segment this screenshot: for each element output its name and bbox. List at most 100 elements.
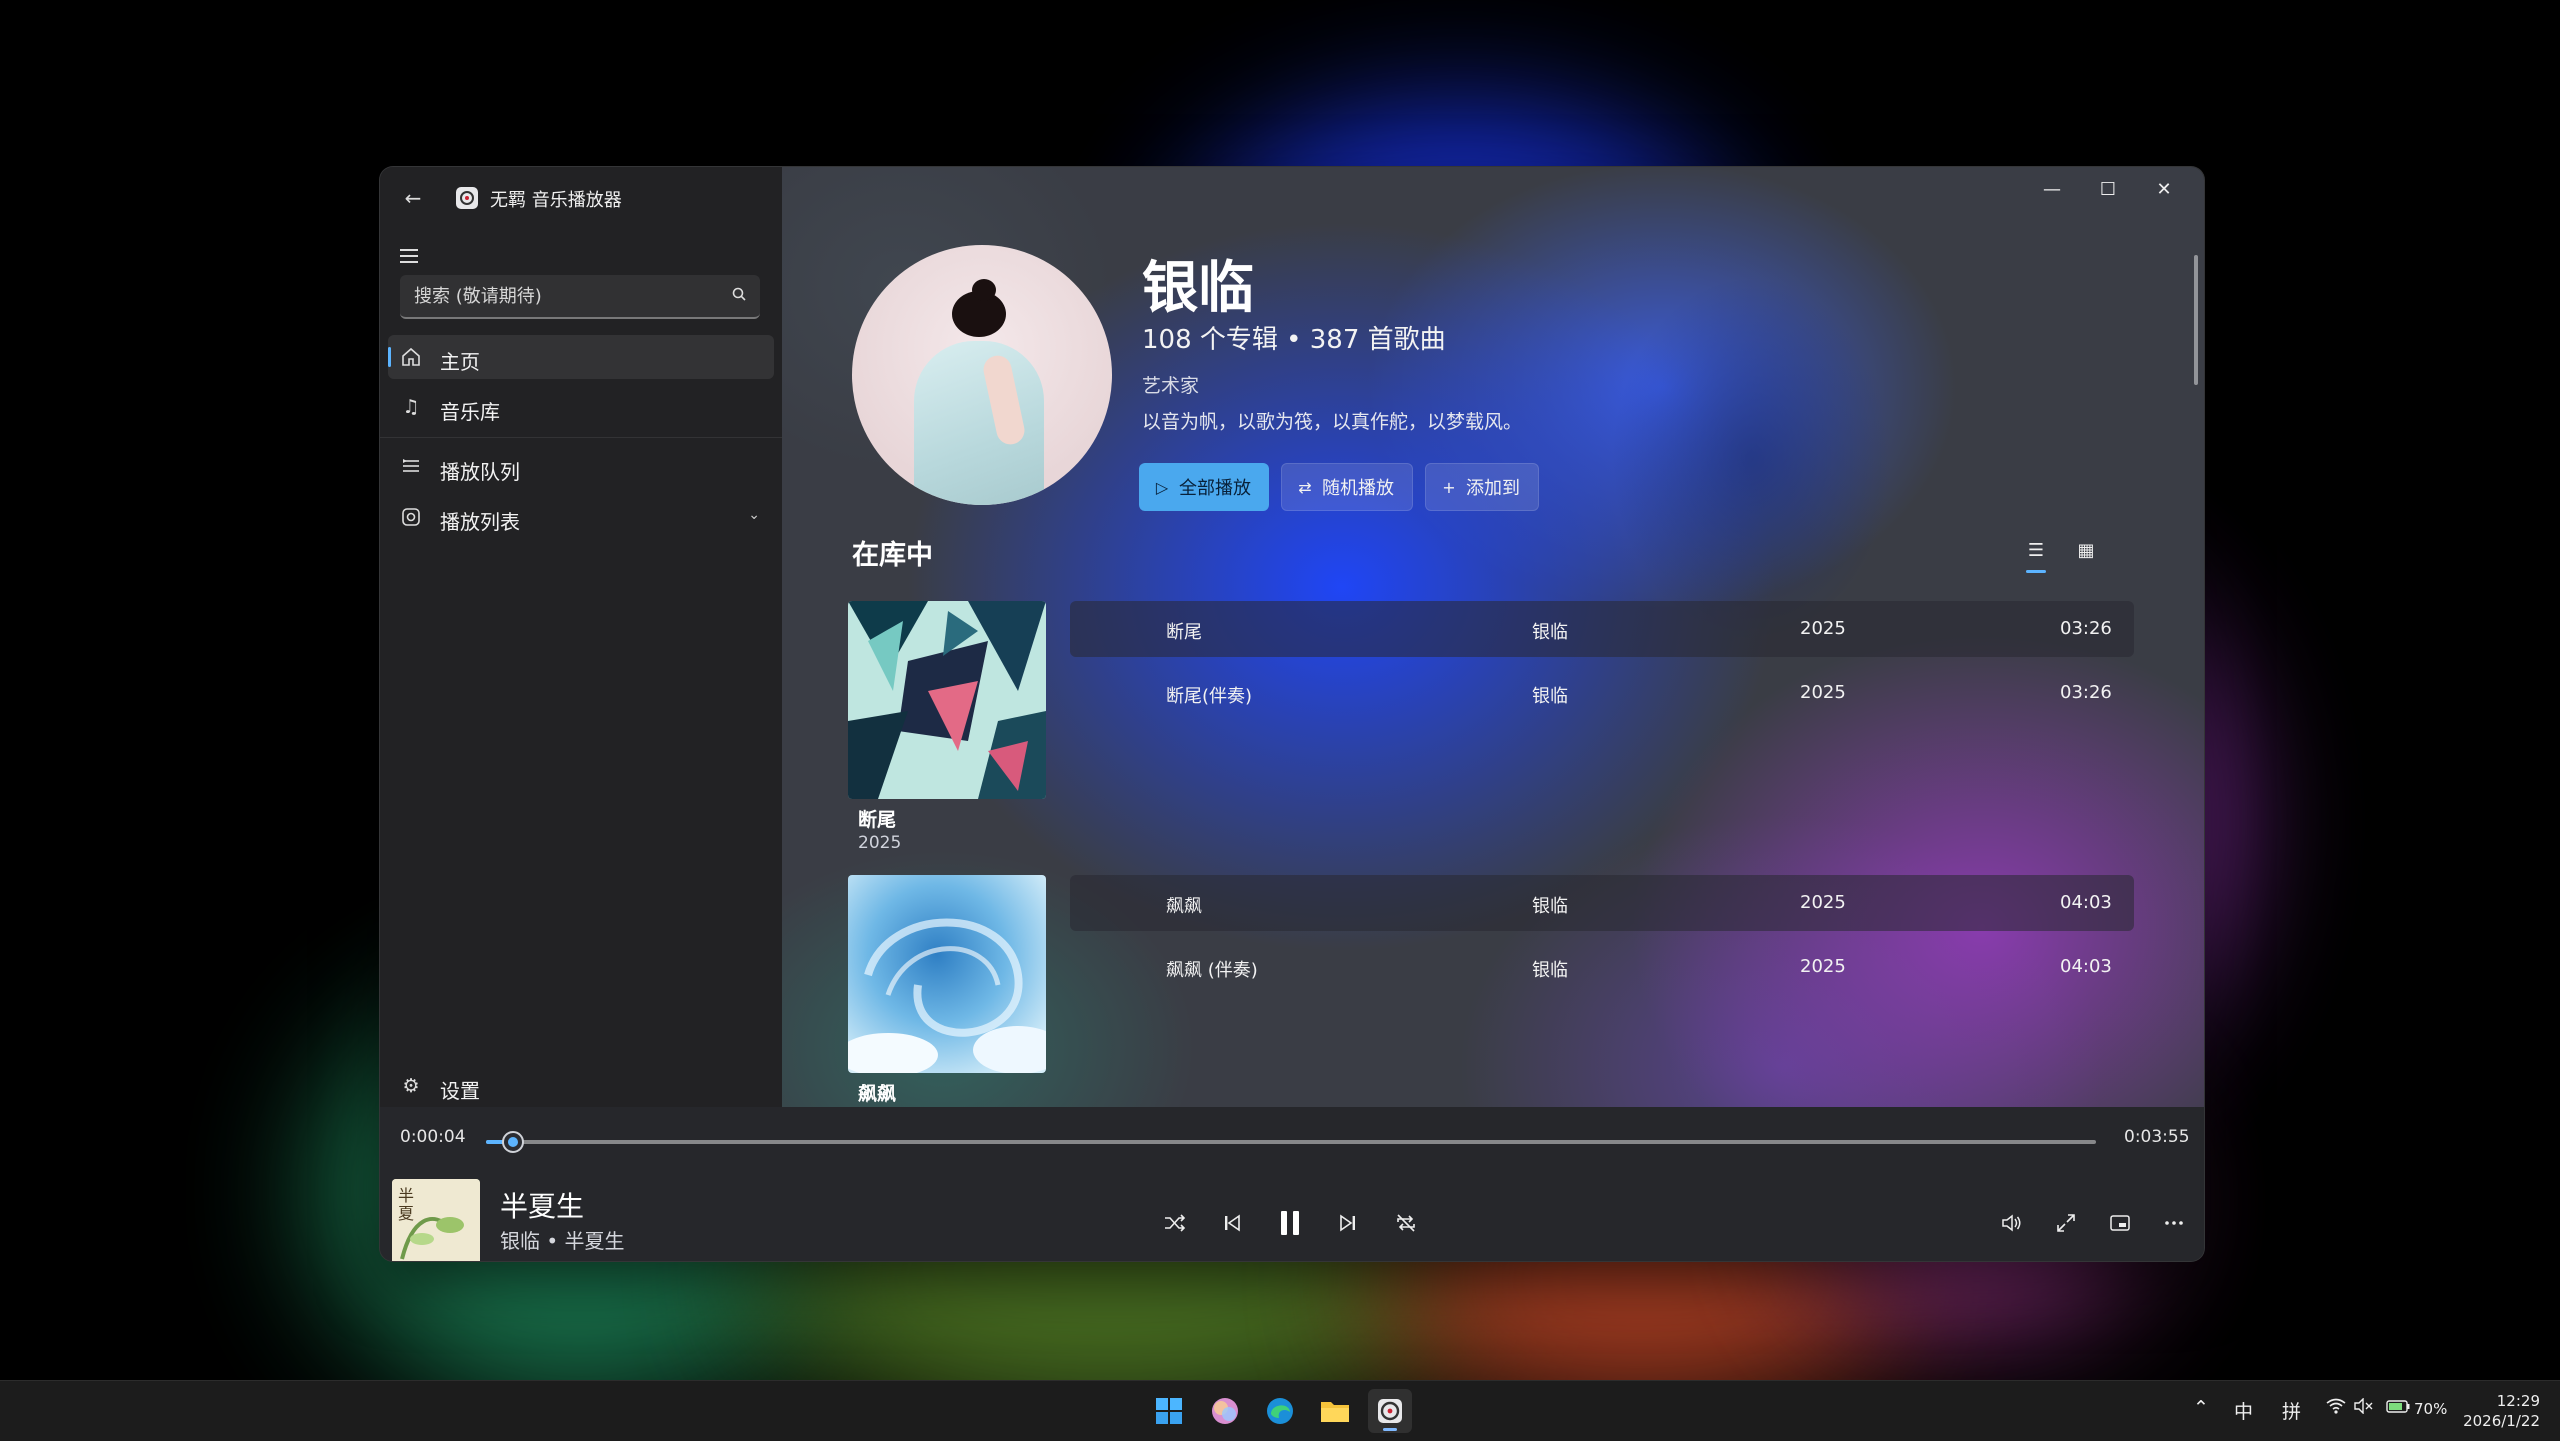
sidebar-item-home[interactable]: 主页: [388, 335, 774, 379]
now-playing-cover[interactable]: 半 夏: [392, 1179, 480, 1261]
track-duration: 04:03: [2060, 892, 2112, 913]
copilot-app-icon[interactable]: [1203, 1389, 1247, 1433]
fullscreen-icon[interactable]: [2044, 1201, 2088, 1245]
album-cover[interactable]: [848, 875, 1046, 1073]
sidebar-item-library[interactable]: ♫ 音乐库: [388, 385, 774, 429]
track-duration: 04:03: [2060, 956, 2112, 977]
sidebar-item-label: 播放队列: [440, 460, 520, 484]
music-player-window: ← 无羁 音乐播放器 主页 ♫ 音乐库: [379, 166, 2205, 1262]
add-to-label: 添加到: [1466, 478, 1520, 499]
track-duration: 03:26: [2060, 618, 2112, 639]
progress-slider[interactable]: [486, 1131, 2096, 1153]
shuffle-icon: ⇄: [1298, 477, 1312, 497]
play-all-button[interactable]: ▷ 全部播放: [1139, 463, 1269, 511]
artist-name: 银临: [1142, 256, 1254, 321]
progress-thumb[interactable]: [502, 1131, 524, 1153]
mini-player-icon[interactable]: [2098, 1201, 2142, 1245]
album-title[interactable]: 断尾: [858, 805, 896, 832]
sidebar-item-queue[interactable]: 播放队列: [388, 445, 774, 489]
app-logo-icon: [456, 187, 478, 209]
album-cover[interactable]: [848, 601, 1046, 799]
track-year: 2025: [1800, 892, 1846, 913]
track-row[interactable]: 飙飙 银临 2025 04:03: [1070, 875, 2134, 931]
player-bar: 0:00:04 0:03:55 半 夏 半夏生 银临 • 半夏生: [380, 1107, 2204, 1261]
windows-start-icon[interactable]: [1147, 1389, 1191, 1433]
settings-label: 设置: [440, 1079, 480, 1103]
next-track-icon[interactable]: [1326, 1201, 1370, 1245]
running-indicator: [1383, 1428, 1397, 1431]
play-all-label: 全部播放: [1179, 478, 1251, 499]
ime-language[interactable]: 中: [2234, 1397, 2253, 1424]
album-year: 2025: [858, 833, 902, 853]
sidebar-item-label: 播放列表: [440, 510, 520, 534]
edge-browser-icon[interactable]: [1258, 1389, 1302, 1433]
more-options-icon[interactable]: [2152, 1201, 2196, 1245]
sidebar-item-playlists[interactable]: 播放列表 ⌄: [388, 495, 774, 539]
track-year: 2025: [1800, 956, 1846, 977]
shuffle-icon[interactable]: [1153, 1201, 1197, 1245]
track-artist: 银临: [1532, 686, 1568, 707]
wifi-icon[interactable]: [2326, 1397, 2346, 1419]
now-playing-subtitle: 银临 • 半夏生: [500, 1229, 625, 1253]
vertical-scrollbar[interactable]: [2194, 255, 2198, 385]
artist-page: — ☐ ✕ 银临 108 个专辑 • 387 首歌曲 艺术家 以音为帆，以歌为筏…: [782, 167, 2204, 1107]
repeat-off-icon[interactable]: [1384, 1201, 1428, 1245]
track-year: 2025: [1800, 682, 1846, 703]
track-artist: 银临: [1532, 896, 1568, 917]
play-icon: ▷: [1155, 477, 1169, 497]
list-view-icon[interactable]: ☰: [2018, 533, 2054, 573]
selected-view-indicator: [2026, 570, 2046, 573]
track-duration: 03:26: [2060, 682, 2112, 703]
pause-icon[interactable]: [1268, 1201, 1312, 1245]
close-icon[interactable]: ✕: [2136, 167, 2192, 211]
add-to-button[interactable]: + 添加到: [1425, 463, 1539, 511]
sidebar-item-settings[interactable]: ⚙ 设置: [388, 1067, 774, 1107]
album-title[interactable]: 飙飙: [858, 1079, 896, 1106]
battery-percent: 70%: [2414, 1400, 2448, 1418]
sidebar-divider: [380, 437, 782, 438]
artist-avatar: [852, 245, 1112, 505]
track-row[interactable]: 断尾 银临 2025 03:26: [1070, 601, 2134, 657]
previous-track-icon[interactable]: [1210, 1201, 1254, 1245]
track-title: 飙飙: [1166, 896, 1202, 917]
volume-icon[interactable]: [1990, 1201, 2034, 1245]
volume-muted-icon[interactable]: [2354, 1397, 2374, 1419]
track-row[interactable]: 飙飙 (伴奏) 银临 2025 04:03: [1070, 939, 2134, 995]
music-player-taskbar-icon[interactable]: [1368, 1389, 1412, 1433]
track-row[interactable]: 断尾(伴奏) 银临 2025 03:26: [1070, 665, 2134, 721]
playlist-icon: [402, 508, 420, 526]
queue-list-icon: [403, 459, 419, 472]
active-indicator: [388, 347, 391, 367]
chevron-down-icon[interactable]: ⌄: [748, 507, 760, 523]
minimize-icon[interactable]: —: [2024, 167, 2080, 211]
section-title: 在库中: [852, 540, 933, 571]
total-time: 0:03:55: [2124, 1127, 2190, 1147]
now-playing-title: 半夏生: [500, 1190, 585, 1223]
maximize-icon[interactable]: ☐: [2080, 167, 2136, 211]
search-icon[interactable]: [732, 287, 746, 301]
svg-text:半: 半: [398, 1186, 414, 1205]
plus-icon: +: [1442, 477, 1456, 497]
svg-text:夏: 夏: [398, 1204, 414, 1223]
search-input[interactable]: [400, 275, 726, 317]
taskbar: ⌃ 中 拼 70% 12:29 2026/1/22: [0, 1380, 2560, 1441]
home-icon: [402, 347, 420, 366]
shuffle-label: 随机播放: [1322, 478, 1394, 499]
search-box: [400, 275, 760, 319]
back-arrow-icon[interactable]: ←: [398, 183, 428, 213]
clock-time: 12:29: [2496, 1392, 2540, 1410]
hamburger-menu-icon[interactable]: [394, 243, 426, 269]
app-title: 无羁 音乐播放器: [490, 190, 622, 211]
ime-mode[interactable]: 拼: [2282, 1397, 2301, 1424]
grid-view-icon[interactable]: ▦: [2068, 533, 2104, 567]
file-explorer-icon[interactable]: [1313, 1389, 1357, 1433]
battery-icon[interactable]: [2386, 1397, 2412, 1419]
chevron-up-icon[interactable]: ⌃: [2193, 1397, 2209, 1419]
artist-bio: 以音为帆，以歌为筏，以真作舵，以梦载风。: [1142, 411, 1523, 433]
track-year: 2025: [1800, 618, 1846, 639]
track-title: 断尾(伴奏): [1166, 686, 1253, 707]
gear-icon: ⚙: [402, 1075, 420, 1097]
system-clock[interactable]: 12:29 2026/1/22: [2463, 1391, 2540, 1431]
track-title: 断尾: [1166, 622, 1202, 643]
shuffle-play-button[interactable]: ⇄ 随机播放: [1281, 463, 1413, 511]
